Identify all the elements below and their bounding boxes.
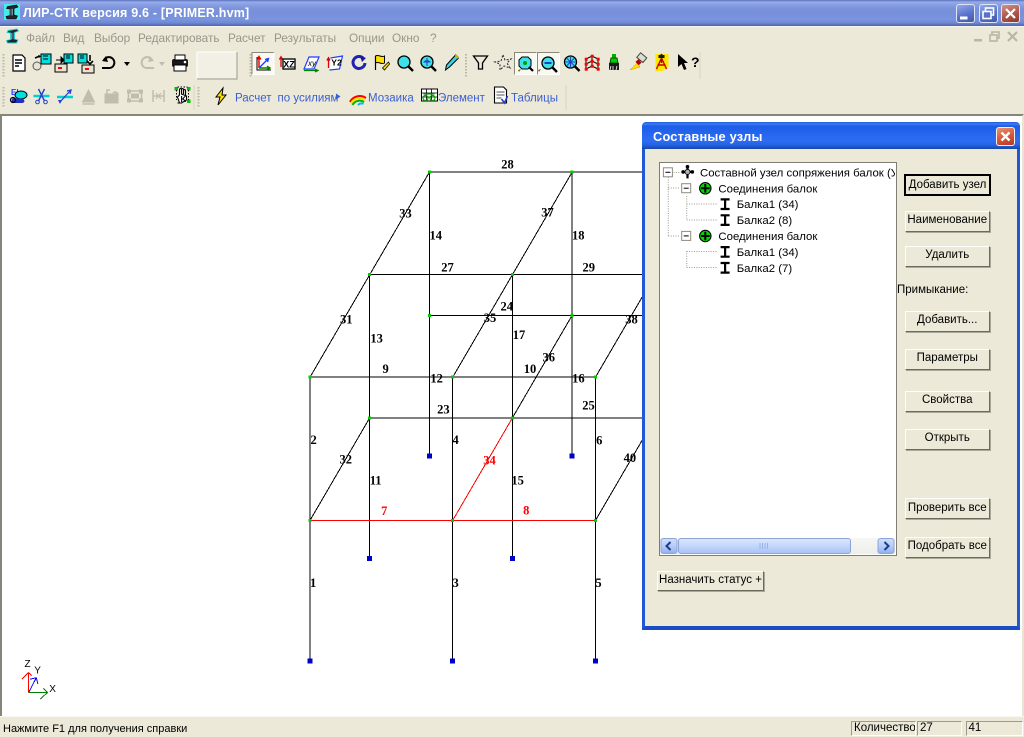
svg-text:8: 8 [523, 504, 529, 518]
svg-text:7: 7 [381, 504, 387, 518]
svg-text:Балка2 (7): Балка2 (7) [737, 263, 793, 275]
svg-text:Соединения балок: Соединения балок [718, 183, 818, 195]
svg-text:5: 5 [595, 576, 601, 590]
svg-text:32: 32 [339, 453, 352, 467]
svg-text:Составной узел сопряжения бало: Составной узел сопряжения балок (У [700, 167, 895, 179]
svg-text:24: 24 [501, 300, 514, 314]
svg-text:27: 27 [441, 261, 454, 275]
svg-text:33: 33 [399, 207, 412, 221]
svg-text:38: 38 [625, 312, 638, 326]
svg-text:16: 16 [572, 372, 585, 386]
svg-text:2: 2 [310, 433, 316, 447]
svg-text:4: 4 [452, 433, 459, 447]
svg-text:Балка1 (34): Балка1 (34) [737, 199, 799, 211]
svg-text:37: 37 [541, 206, 554, 220]
svg-text:Соединения балок: Соединения балок [718, 231, 818, 243]
svg-text:11: 11 [370, 474, 382, 488]
svg-text:9: 9 [382, 362, 388, 376]
svg-text:Z: Z [25, 659, 31, 670]
svg-text:15: 15 [511, 474, 524, 488]
svg-text:34: 34 [483, 454, 496, 468]
svg-text:12: 12 [430, 372, 443, 386]
svg-text:35: 35 [484, 311, 497, 325]
svg-text:14: 14 [430, 229, 443, 243]
svg-text:17: 17 [513, 328, 526, 342]
svg-text:Балка1 (34): Балка1 (34) [737, 247, 799, 259]
svg-text:23: 23 [437, 403, 450, 417]
svg-text:6: 6 [596, 433, 602, 447]
svg-text:18: 18 [572, 229, 585, 243]
svg-text:13: 13 [370, 332, 383, 346]
svg-text:25: 25 [582, 399, 595, 413]
svg-text:40: 40 [624, 451, 637, 465]
svg-text:3: 3 [452, 576, 458, 590]
svg-text:X: X [49, 684, 56, 695]
svg-text:Y: Y [34, 665, 41, 676]
svg-text:28: 28 [501, 158, 514, 172]
svg-text:1: 1 [310, 576, 316, 590]
svg-text:29: 29 [582, 261, 595, 275]
svg-text:10: 10 [524, 362, 537, 376]
svg-text:Балка2 (8): Балка2 (8) [737, 215, 793, 227]
svg-text:36: 36 [543, 351, 556, 365]
svg-text:31: 31 [340, 313, 353, 327]
